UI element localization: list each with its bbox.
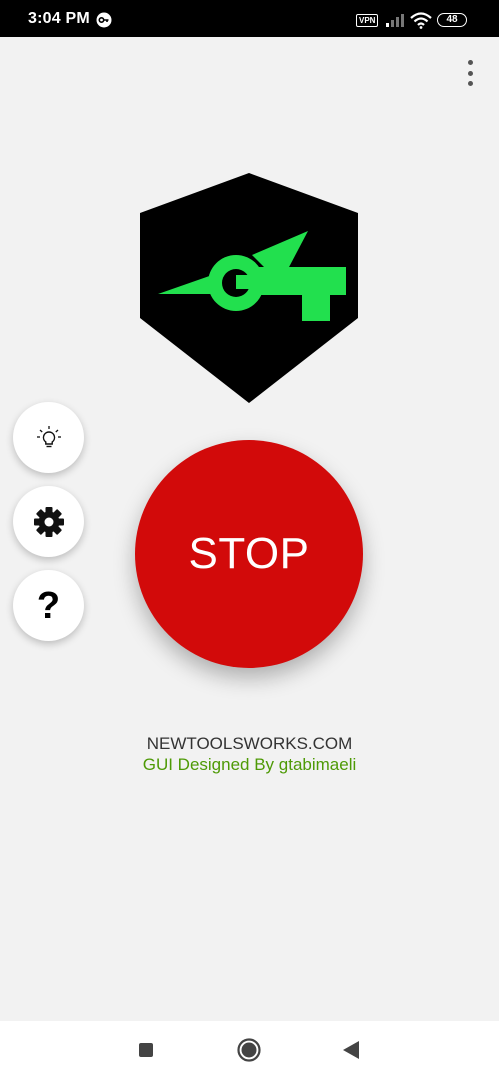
battery-icon: 48 [437, 13, 467, 27]
tip-button[interactable] [13, 402, 84, 473]
help-button[interactable]: ? [13, 570, 84, 641]
signal-icon [386, 14, 404, 27]
site-text: NEWTOOLSWORKS.COM [146, 734, 353, 753]
vpn-badge: VPN [356, 14, 379, 27]
back-icon[interactable] [342, 1040, 360, 1060]
wifi-icon [410, 12, 432, 29]
credit-text: GUI Designed By gtabimaeli [142, 755, 357, 774]
lightbulb-icon [36, 425, 61, 447]
gear-icon [33, 506, 64, 537]
menu-dot [467, 70, 473, 76]
menu-dot [467, 60, 473, 65]
status-time: 3:04 PM [28, 10, 90, 27]
menu-dot [467, 81, 473, 86]
key-icon [96, 12, 112, 28]
recent-apps-icon[interactable] [139, 1043, 153, 1057]
stop-button[interactable]: STOP [135, 440, 363, 668]
settings-button[interactable] [13, 486, 84, 557]
help-icon: ? [36, 584, 61, 627]
more-vert-icon[interactable] [458, 60, 482, 86]
app-logo [140, 173, 358, 403]
home-icon[interactable] [237, 1038, 261, 1062]
status-bar: 3:04 PM VPN 48 [0, 0, 499, 37]
battery-level: 48 [446, 14, 458, 25]
navigation-bar [0, 1021, 499, 1080]
